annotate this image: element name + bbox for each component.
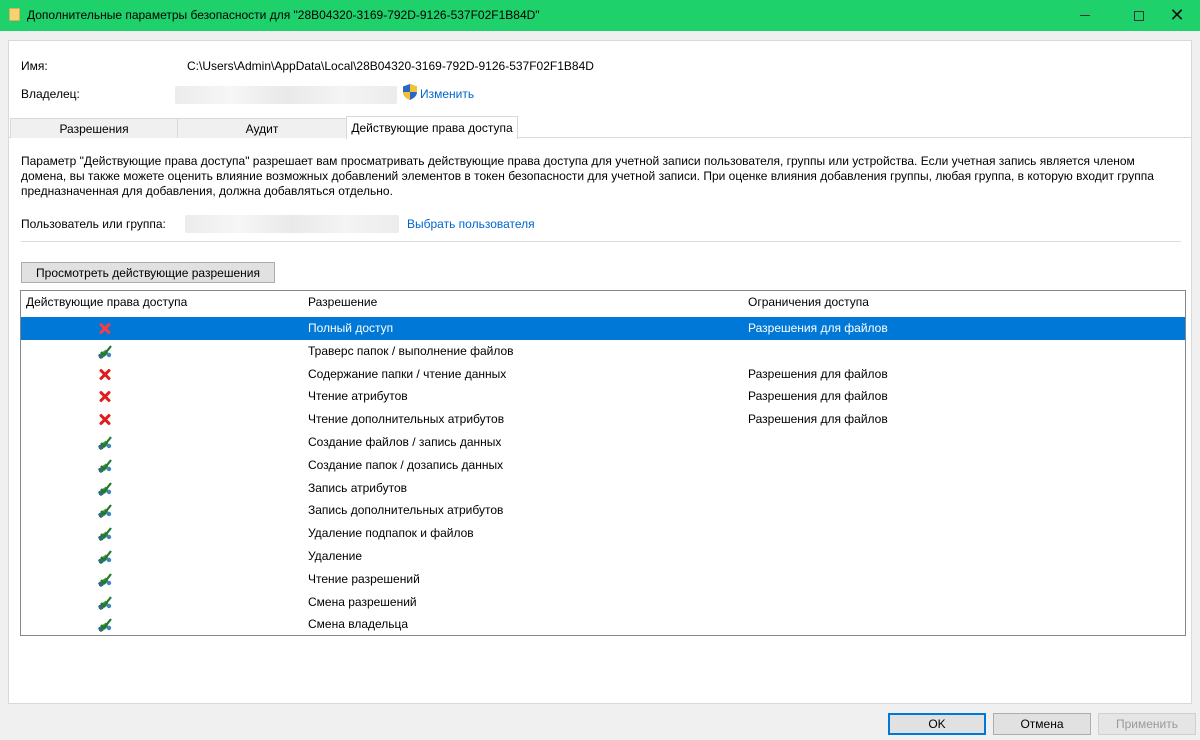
apply-button[interactable]: Применить [1098,713,1196,735]
permission-name: Чтение разрешений [308,571,420,586]
dialog-body: Имя: C:\Users\Admin\AppData\Local\28B043… [8,40,1192,704]
permission-name: Чтение атрибутов [308,389,408,404]
window-title: Дополнительные параметры безопасности дл… [27,8,540,22]
permission-name: Удаление [308,548,363,563]
cancel-button[interactable]: Отмена [993,713,1091,735]
list-row[interactable]: Полный доступ Разрешения для файлов [21,317,1185,340]
list-row[interactable]: Запись атрибутов [21,477,1185,500]
list-row[interactable]: Удаление [21,545,1185,568]
list-row[interactable]: Удаление подпапок и файлов [21,522,1185,545]
title-bar: Дополнительные параметры безопасности дл… [0,0,1200,31]
denied-icon [97,388,113,404]
allowed-icon [97,548,113,565]
tab-effective-access[interactable]: Действующие права доступа [346,116,518,139]
owner-value-redacted [175,86,397,104]
allowed-icon [97,480,113,496]
allowed-icon [97,525,113,542]
permission-name: Полный доступ [308,321,394,335]
maximize-icon [1134,10,1144,21]
list-row[interactable]: Содержание папки / чтение данных Разрешен… [21,363,1185,386]
effective-access-list[interactable]: Действующие права доступа Разрешение Огр… [20,290,1186,636]
permission-name: Содержание папки / чтение данных [308,366,507,381]
column-header-restrictions[interactable]: Ограничения доступа [748,295,869,309]
tab-audit[interactable]: Аудит [177,118,347,138]
permission-name: Смена разрешений [308,594,417,609]
view-effective-access-button[interactable]: Просмотреть действующие разрешения [21,262,275,283]
permission-name: Смена владельца [308,617,409,632]
list-body: Полный доступ Разрешения для файлов Травер… [21,317,1185,635]
list-row[interactable]: Смена владельца [21,613,1185,635]
allowed-icon [97,502,113,519]
denied-icon [97,320,113,336]
list-row[interactable]: Чтение атрибутов Разрешения для файлов [21,385,1185,408]
allowed-icon [97,616,113,633]
folder-icon [9,8,20,21]
access-restriction: Разрешения для файлов [748,321,888,335]
tab-strip: Разрешения Аудит Действующие права досту… [9,116,1191,139]
tab-permissions[interactable]: Разрешения [10,118,178,138]
list-header: Действующие права доступа Разрешение Огр… [21,291,1185,313]
access-restriction: Разрешения для файлов [748,412,888,427]
permission-name: Создание папок / дозапись данных [308,457,504,472]
permission-name: Траверс папок / выполнение файлов [308,343,514,358]
allowed-icon [97,343,113,360]
separator [21,241,1181,242]
object-path: C:\Users\Admin\AppData\Local\28B04320-31… [187,59,594,73]
list-row[interactable]: Траверс папок / выполнение файлов [21,340,1185,363]
change-owner-link[interactable]: Изменить [420,87,474,101]
allowed-icon [97,457,113,474]
uac-shield-icon [403,84,417,100]
owner-label: Владелец: [21,87,80,101]
list-row[interactable]: Запись дополнительных атрибутов [21,499,1185,522]
column-header-permission[interactable]: Разрешение [308,295,377,309]
access-restriction: Разрешения для файлов [748,366,888,381]
user-value-redacted [185,215,399,233]
minimize-button[interactable] [1062,0,1108,31]
allowed-icon [97,434,113,451]
permission-name: Создание файлов / запись данных [308,434,502,449]
close-button[interactable]: ✕ [1154,0,1200,31]
close-icon: ✕ [1169,5,1185,25]
allowed-icon [97,571,113,588]
list-row[interactable]: Чтение дополнительных атрибутов Разрешени… [21,408,1185,431]
permission-name: Удаление подпапок и файлов [308,526,474,541]
access-restriction: Разрешения для файлов [748,389,888,404]
denied-icon [97,366,113,382]
select-user-link[interactable]: Выбрать пользователя [407,217,535,231]
list-row[interactable]: Смена разрешений [21,591,1185,614]
name-label: Имя: [21,59,48,73]
permission-name: Чтение дополнительных атрибутов [308,412,505,427]
list-row[interactable]: Создание папок / дозапись данных [21,454,1185,477]
column-header-access[interactable]: Действующие права доступа [26,295,187,309]
list-row[interactable]: Чтение разрешений [21,568,1185,591]
permission-name: Запись дополнительных атрибутов [308,503,504,518]
description-text: Параметр "Действующие права доступа" раз… [21,154,1154,198]
list-row[interactable]: Создание файлов / запись данных [21,431,1185,454]
permission-name: Запись атрибутов [308,480,408,495]
minimize-icon [1080,15,1090,16]
denied-icon [97,411,113,427]
ok-button[interactable]: OK [888,713,986,735]
allowed-icon [97,594,113,610]
user-or-group-label: Пользователь или группа: [21,217,166,231]
